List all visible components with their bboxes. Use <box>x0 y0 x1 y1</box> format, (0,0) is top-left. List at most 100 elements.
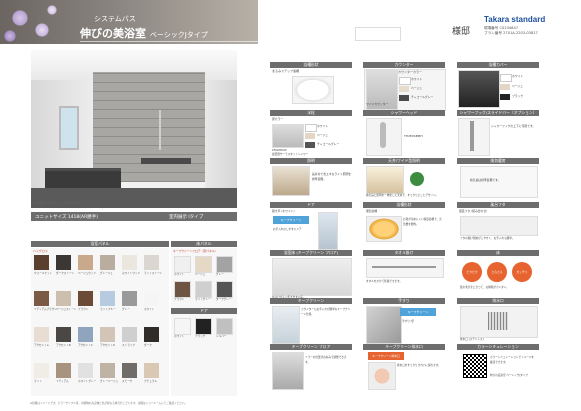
shower-hook-image <box>458 118 490 156</box>
floor-swatch-heading: キープクリーンフロア（床パネル） <box>173 249 218 253</box>
wall-swatch-label: ベージュウッド <box>78 272 96 275</box>
floor-swatch <box>174 256 191 273</box>
shower-header: シャワーヘッド <box>363 110 445 116</box>
floor-chip-charcoal <box>305 142 315 148</box>
cleaning-image <box>272 306 300 344</box>
floor-chip-beige <box>305 133 315 139</box>
floor-color-name: 床カラー <box>272 117 284 121</box>
door-name: 開き戸 (ホワイト) <box>272 209 295 213</box>
shower-head-icon <box>380 122 386 148</box>
floor-color-header: 水栓 <box>270 110 352 116</box>
handrail-header: 手すり <box>363 298 445 304</box>
header-banner: システムバス 伸びの美浴室 ベーシックJタイプ <box>0 0 258 44</box>
wall-swatch-heading: ハイグロス <box>33 249 48 253</box>
shower-sub-header: シャワーフック/スライドバー（オプション） <box>457 110 539 116</box>
clean-floor-header: キープクリーン フロア <box>270 344 352 350</box>
flower-decoration-image <box>0 0 62 44</box>
floor-swatch-label: ブラウン <box>174 298 185 301</box>
counter-color-1: ホワイト <box>411 77 423 81</box>
lid-image <box>460 216 538 236</box>
cover-chip-black <box>500 94 510 100</box>
title-main: 伸びの美浴室 <box>80 27 146 40</box>
clean-drain-badge: キープクリーン排水口 <box>368 352 404 360</box>
door-swatch-label: ホワイト <box>174 335 185 338</box>
tub-feature-header: 浴槽形状 <box>363 202 445 208</box>
counter-header: カウンター <box>363 62 445 68</box>
wall-swatch <box>100 255 115 270</box>
wall-swatch <box>78 363 93 378</box>
qr-code-icon[interactable] <box>463 354 487 378</box>
clean-floor-image <box>272 352 304 390</box>
plan-label: プラン番号 <box>484 31 502 35</box>
wall-swatch-label: グレー <box>122 308 130 311</box>
faucet-model-name: 最低限サーモスタットシャワー <box>272 153 309 156</box>
floor-swatch-label: ダークグレー <box>216 298 232 301</box>
counter-clean-badge: キープクリーン <box>400 308 436 316</box>
faucet-image <box>272 124 304 148</box>
floor-header: 床パネル <box>171 241 237 247</box>
door-color-header: ドア <box>171 308 237 314</box>
footer-note: ※画像はイメージです。カラーサンプル等、印刷物の為実物と色が異なる場合がございま… <box>30 402 188 405</box>
door-badge: キープクリーン <box>273 216 309 224</box>
wall-swatch <box>122 327 137 342</box>
cover-chip-beige <box>500 84 510 90</box>
cover-color-1: ホワイト <box>512 74 524 78</box>
accent-wall <box>93 72 205 182</box>
wall-swatch-label: ホワイト <box>144 308 155 311</box>
wall-swatch <box>144 327 159 342</box>
wall-swatch-label: グレーベージュ <box>100 380 118 383</box>
bathtub-image <box>292 76 334 104</box>
clean-drain-header: キープクリーン排水口 <box>363 344 445 350</box>
wall-swatch <box>78 327 93 342</box>
bathtub-name: まるみステップ浴槽 <box>272 69 300 73</box>
floor-color-3: チャコールグレー <box>317 142 340 146</box>
page-title: 伸びの美浴室 ベーシックJタイプ <box>80 25 208 41</box>
floor-feature-header: 床 <box>457 250 539 256</box>
cover-chip-white <box>500 74 512 82</box>
wall-swatch-label: アクセントA <box>34 344 49 347</box>
door-swatch-label: ブラック <box>195 335 206 338</box>
wall-swatch-label: アクセントB <box>56 344 71 347</box>
wall-swatch-label: ダーク <box>144 344 152 347</box>
title-type: ベーシックJタイプ <box>149 31 208 39</box>
door-header: ドア <box>270 202 352 208</box>
feature-badge-3: ガッチリ <box>512 262 532 282</box>
floor-swatch <box>195 256 212 273</box>
counter-color-label: カウンターカラー <box>398 70 423 74</box>
tub-desc: お湯が冷めにくい保温浴槽で、光熱費を節約。 <box>403 218 442 226</box>
counter-chip-white <box>399 77 411 85</box>
ceiling-desc: 換気扇と照明を一体化した天井で、すっきりとしたデザイン。 <box>366 194 439 197</box>
color-sim-header: カラーシミュレーション <box>457 344 539 350</box>
counter-chip-charcoal <box>399 95 409 101</box>
wall-swatch-label: ライト <box>34 380 42 383</box>
bathroom-photo <box>31 50 237 208</box>
window <box>59 106 79 150</box>
ceiling-image <box>366 166 404 194</box>
towel-header: タオル掛け <box>363 250 445 256</box>
clean-drain-image <box>368 362 396 390</box>
wall-swatch <box>122 291 137 306</box>
management-no: C0234847 <box>499 26 519 30</box>
door-swatch <box>195 318 212 335</box>
wall-swatch <box>34 291 49 306</box>
floor-swatch-label: グレー <box>216 273 224 276</box>
customer-name-box <box>355 27 401 41</box>
customer-honorific: 様邸 <box>452 27 471 37</box>
floor-swatch-label: ホワイト <box>174 273 185 276</box>
slide-bar-icon <box>470 121 474 151</box>
door-desc: お手入れのしやすいドア <box>273 228 302 231</box>
drain-name: 排水口 (ステンレス) <box>460 338 484 341</box>
wall-swatch-label: ホワイトグレー <box>78 380 97 383</box>
wall-swatch <box>34 327 49 342</box>
lid-header: 風呂フタ <box>457 202 539 208</box>
wall-swatch-label: ストライプ <box>122 344 135 347</box>
wall-swatch-label: ミディアム <box>56 380 69 383</box>
counter-chip-beige <box>399 86 409 92</box>
eco-badge-icon <box>410 172 424 186</box>
wall-swatch <box>144 363 159 378</box>
counter-color-2: ベージュ <box>411 86 422 90</box>
wall-swatch <box>56 363 71 378</box>
wall-type-label: 室内展示 Iタイプ <box>169 215 204 220</box>
door-swatch <box>216 318 233 335</box>
lighting-header: 照明 <box>270 158 352 164</box>
